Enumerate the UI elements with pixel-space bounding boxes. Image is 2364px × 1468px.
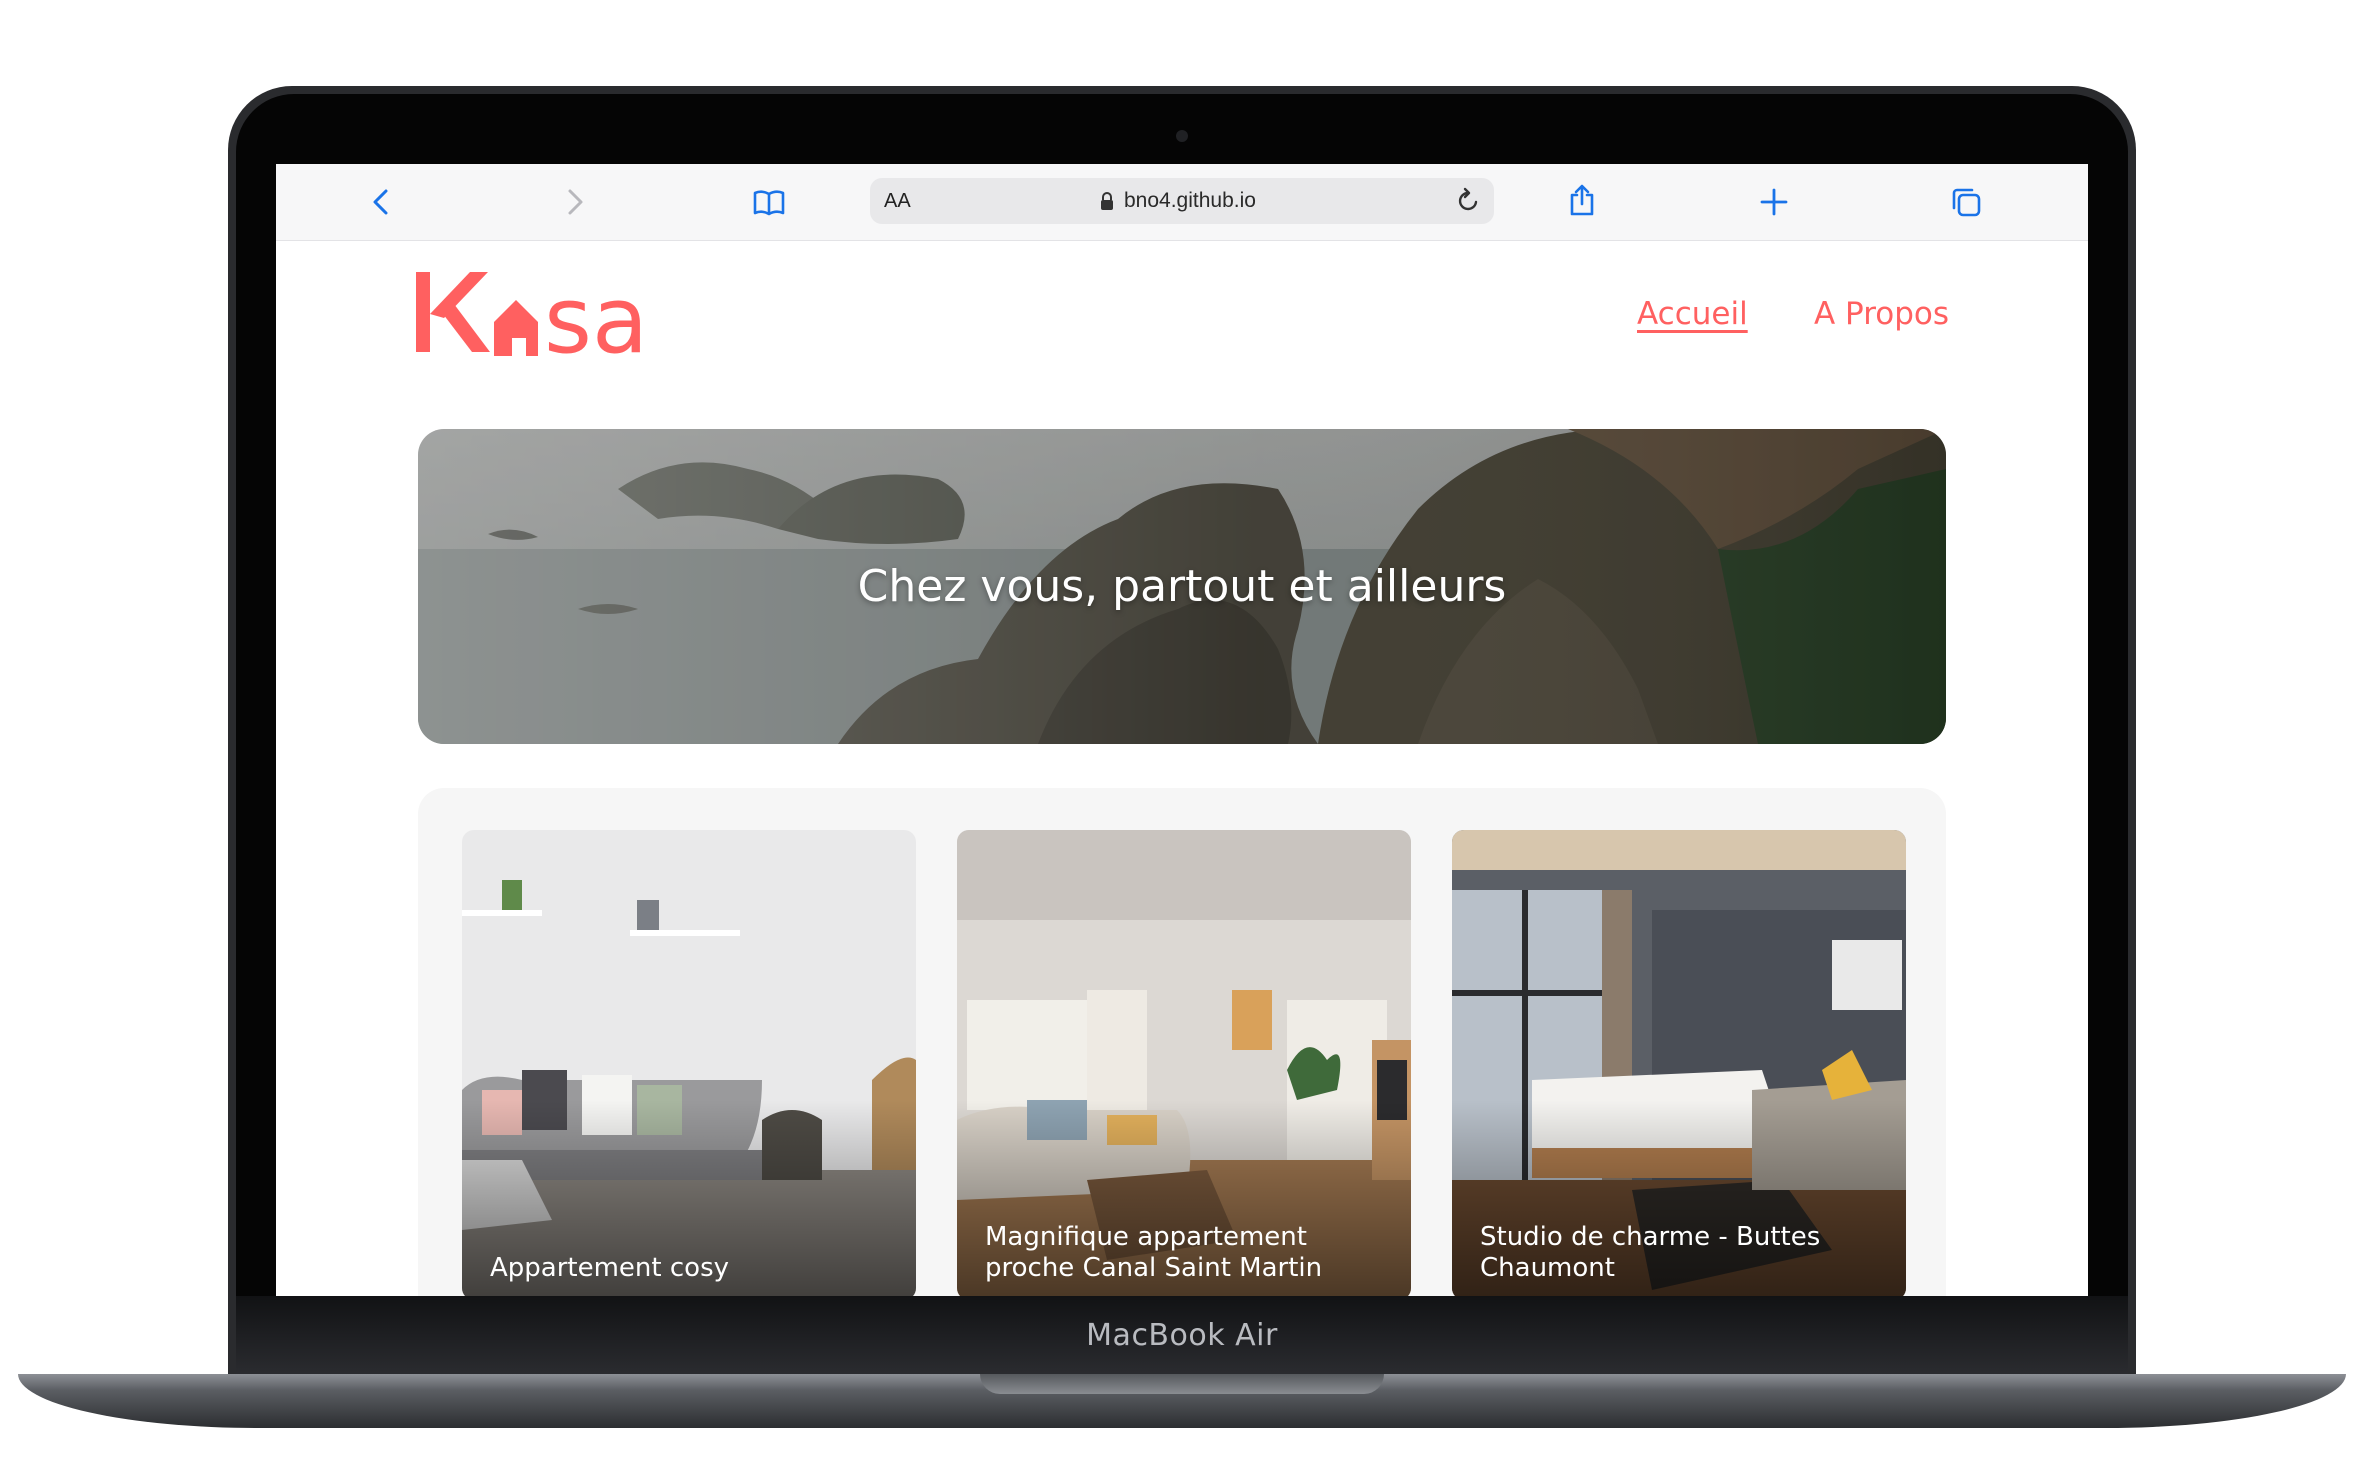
- listing-card[interactable]: Studio de charme - Buttes Chaumont: [1452, 830, 1906, 1296]
- screen: AA bno4.github.io sa Accueil A Propos Ch…: [276, 164, 2088, 1296]
- svg-text:sa: sa: [544, 267, 648, 364]
- lock-icon: [1101, 192, 1113, 210]
- address-bar[interactable]: AA bno4.github.io: [870, 178, 1494, 224]
- model-label: MacBook Air: [1086, 1318, 1278, 1353]
- forward-icon[interactable]: [556, 184, 592, 220]
- listing-card[interactable]: Appartement cosy: [462, 830, 916, 1296]
- laptop-notch: [980, 1374, 1384, 1394]
- banner-title: Chez vous, partout et ailleurs: [857, 561, 1507, 612]
- hero-banner: Chez vous, partout et ailleurs: [418, 429, 1946, 744]
- listing-title: Appartement cosy: [490, 1253, 730, 1283]
- webcam: [1176, 130, 1188, 142]
- listing-title: Studio de charme - Buttes Chaumont: [1480, 1222, 1821, 1283]
- new-tab-icon[interactable]: [1756, 184, 1792, 220]
- text-size-button[interactable]: AA: [884, 190, 911, 213]
- kasa-logo[interactable]: sa: [414, 264, 704, 364]
- nav-about-link[interactable]: A Propos: [1814, 296, 1949, 332]
- browser-toolbar: AA bno4.github.io: [276, 164, 2088, 241]
- bookmarks-icon[interactable]: [751, 184, 787, 220]
- listing-title: Magnifique appartement proche Canal Sain…: [985, 1222, 1323, 1283]
- nav-home-link[interactable]: Accueil: [1637, 296, 1748, 332]
- back-icon[interactable]: [364, 184, 400, 220]
- tabs-icon[interactable]: [1948, 184, 1984, 220]
- share-icon[interactable]: [1564, 182, 1600, 218]
- url-text: bno4.github.io: [1124, 189, 1256, 212]
- reload-icon[interactable]: [1452, 185, 1484, 217]
- listing-card[interactable]: Magnifique appartement proche Canal Sain…: [957, 830, 1411, 1296]
